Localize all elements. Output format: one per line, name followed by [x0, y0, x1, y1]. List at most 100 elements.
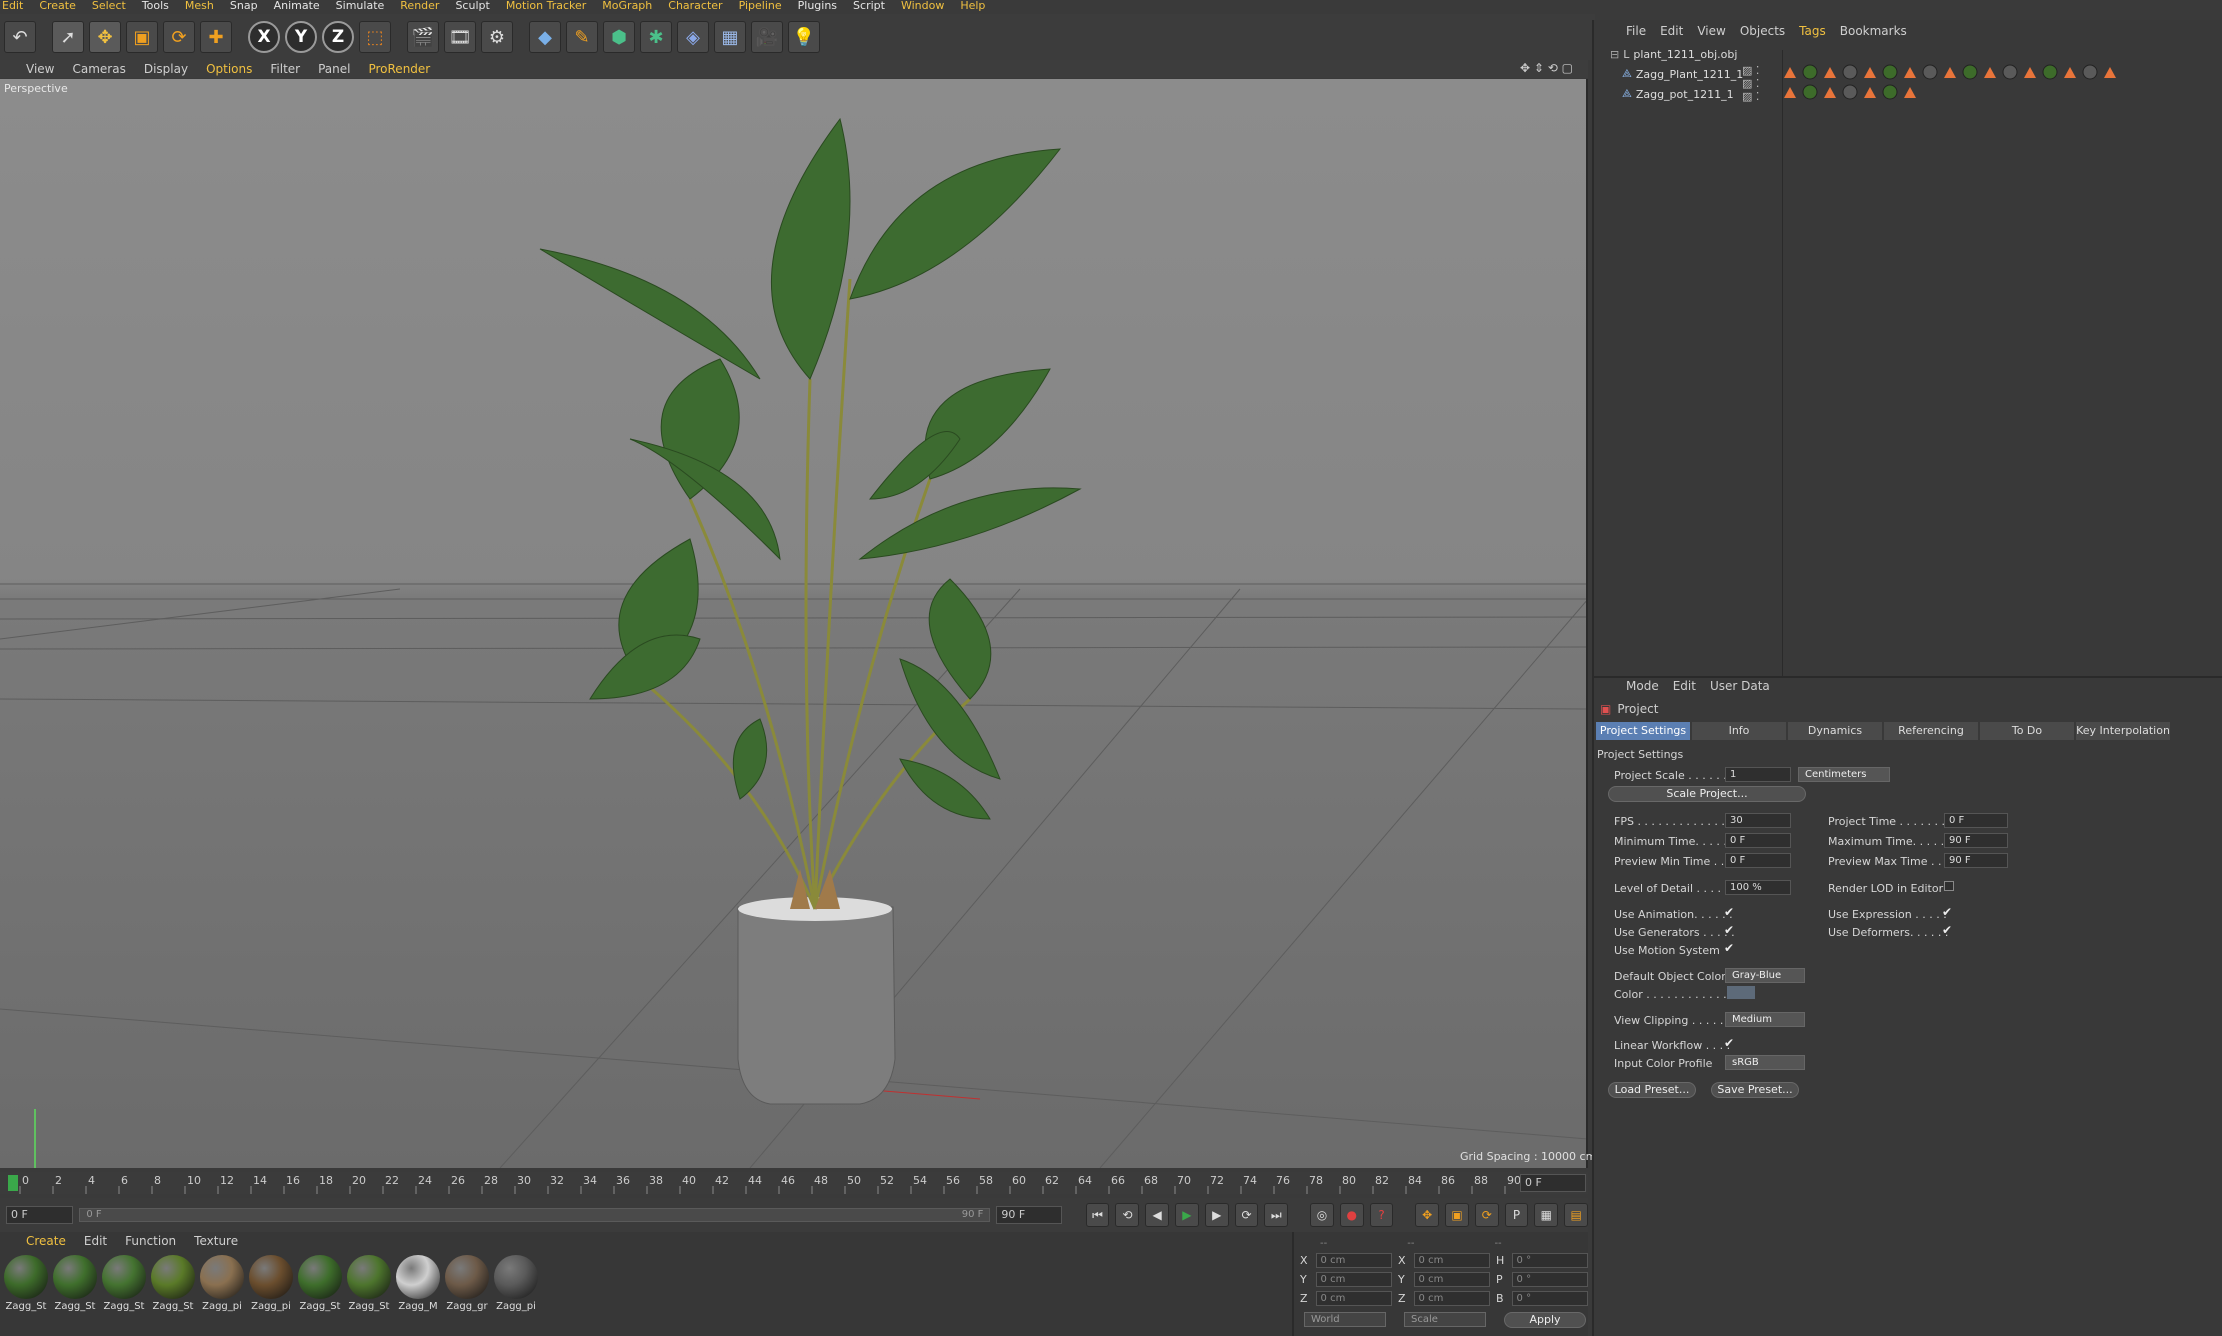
material-menu-function[interactable]: Function: [125, 1234, 176, 1248]
material-swatch[interactable]: Zagg_pi: [492, 1255, 540, 1312]
phong-tag-icon[interactable]: [1944, 67, 1956, 78]
project-scale-unit-dropdown[interactable]: Centimeters: [1798, 767, 1890, 782]
preview-max-input[interactable]: 90 F: [1944, 853, 2008, 868]
object-row-root[interactable]: ⊟ L plant_1211_obj.obj: [1610, 45, 1737, 63]
obj-menu-edit[interactable]: Edit: [1660, 24, 1683, 38]
coord-value-field[interactable]: 0 cm: [1413, 1272, 1490, 1287]
move-tool-icon[interactable]: ✥: [89, 21, 121, 53]
obj-menu-tags[interactable]: Tags: [1799, 24, 1826, 38]
render-settings-icon[interactable]: ⚙: [481, 21, 513, 53]
use-motion-checkbox[interactable]: ✔: [1724, 941, 1734, 955]
next-frame-icon[interactable]: ▶: [1204, 1203, 1229, 1227]
lod-input[interactable]: 100 %: [1725, 880, 1791, 895]
playhead[interactable]: [8, 1175, 18, 1191]
goto-end-icon[interactable]: ⏭: [1264, 1203, 1289, 1227]
floor-icon[interactable]: ▦: [714, 21, 746, 53]
project-time-input[interactable]: 0 F: [1944, 813, 2008, 828]
object-row-plant[interactable]: ⟁ Zagg_Plant_1211_1: [1622, 65, 1743, 83]
coord-value-field[interactable]: 0 cm: [1315, 1291, 1392, 1306]
cube-primitive-icon[interactable]: ◆: [529, 21, 561, 53]
light-icon[interactable]: 💡: [788, 21, 820, 53]
menu-render[interactable]: Render: [400, 0, 439, 12]
key-position-icon[interactable]: ✥: [1415, 1203, 1440, 1227]
menu-motion-tracker[interactable]: Motion Tracker: [506, 0, 586, 12]
load-preset-button[interactable]: Load Preset...: [1608, 1082, 1696, 1098]
menu-snap[interactable]: Snap: [230, 0, 258, 12]
max-time-input[interactable]: 90 F: [1944, 833, 2008, 848]
min-time-input[interactable]: 0 F: [1725, 833, 1791, 848]
phong-tag-icon[interactable]: [1904, 87, 1916, 98]
coordinate-system-icon[interactable]: ⬚: [359, 21, 391, 53]
material-tag-icon[interactable]: [1802, 84, 1818, 100]
rotate-tool-icon[interactable]: ⟳: [163, 21, 195, 53]
save-preset-button[interactable]: Save Preset...: [1711, 1082, 1799, 1098]
viewport-menu-panel[interactable]: Panel: [318, 60, 350, 78]
tab-dynamics[interactable]: Dynamics: [1788, 722, 1882, 740]
view-clipping-dropdown[interactable]: Medium: [1725, 1012, 1805, 1027]
end-frame-field[interactable]: 90 F: [996, 1206, 1062, 1224]
coord-value-field[interactable]: 0 °: [1511, 1291, 1588, 1306]
key-pla-icon[interactable]: ▦: [1534, 1203, 1559, 1227]
attr-menu-mode[interactable]: Mode: [1626, 679, 1659, 693]
phong-tag-icon[interactable]: [1984, 67, 1996, 78]
menu-create[interactable]: Create: [39, 0, 76, 12]
object-name[interactable]: Zagg_Plant_1211_1: [1636, 68, 1743, 81]
render-view-icon[interactable]: 🎬: [407, 21, 439, 53]
material-tag-icon[interactable]: [1802, 64, 1818, 80]
viewport-nav-icons[interactable]: ✥ ⇕ ⟲ ▢: [1520, 61, 1573, 75]
keyframe-selection-icon[interactable]: ?: [1369, 1203, 1394, 1227]
attr-menu-edit[interactable]: Edit: [1673, 679, 1696, 693]
material-swatch[interactable]: Zagg_St: [296, 1255, 344, 1312]
phong-tag-icon[interactable]: [1824, 87, 1836, 98]
menu-plugins[interactable]: Plugins: [798, 0, 837, 12]
use-animation-checkbox[interactable]: ✔: [1724, 905, 1734, 919]
select-tool-icon[interactable]: ➚: [52, 21, 84, 53]
material-swatch[interactable]: Zagg_pi: [198, 1255, 246, 1312]
coord-value-field[interactable]: 0 cm: [1315, 1272, 1392, 1287]
coord-value-field[interactable]: 0 cm: [1315, 1253, 1392, 1268]
autokey-icon[interactable]: ●: [1339, 1203, 1364, 1227]
camera-icon[interactable]: 🎥: [751, 21, 783, 53]
phong-tag-icon[interactable]: [1824, 67, 1836, 78]
tab-referencing[interactable]: Referencing: [1884, 722, 1978, 740]
deformer-icon[interactable]: ◈: [677, 21, 709, 53]
tab-todo[interactable]: To Do: [1980, 722, 2074, 740]
render-picture-viewer-icon[interactable]: 🎞: [444, 21, 476, 53]
obj-menu-file[interactable]: File: [1626, 24, 1646, 38]
phong-tag-icon[interactable]: [1784, 67, 1796, 78]
linear-workflow-checkbox[interactable]: ✔: [1724, 1036, 1734, 1050]
material-menu-edit[interactable]: Edit: [84, 1234, 107, 1248]
material-swatch[interactable]: Zagg_St: [2, 1255, 50, 1312]
phong-tag-icon[interactable]: [1864, 87, 1876, 98]
phong-tag-icon[interactable]: [2024, 67, 2036, 78]
key-rotation-icon[interactable]: ⟳: [1474, 1203, 1499, 1227]
material-tags[interactable]: [1782, 64, 2142, 102]
menu-animate[interactable]: Animate: [274, 0, 320, 12]
obj-menu-view[interactable]: View: [1697, 24, 1725, 38]
phong-tag-icon[interactable]: [2104, 67, 2116, 78]
menu-script[interactable]: Script: [853, 0, 885, 12]
input-color-dropdown[interactable]: sRGB: [1725, 1055, 1805, 1070]
menu-mesh[interactable]: Mesh: [185, 0, 214, 12]
coord-value-field[interactable]: 0 cm: [1413, 1291, 1490, 1306]
preview-min-input[interactable]: 0 F: [1725, 853, 1791, 868]
viewport-menu-options[interactable]: Options: [206, 60, 252, 78]
key-parameter-icon[interactable]: P: [1504, 1203, 1529, 1227]
material-swatch[interactable]: Zagg_St: [345, 1255, 393, 1312]
coord-mode-dropdown[interactable]: World: [1304, 1312, 1386, 1327]
prev-key-icon[interactable]: ⟲: [1115, 1203, 1140, 1227]
tab-key-interpolation[interactable]: Key Interpolation: [2076, 722, 2170, 740]
project-scale-input[interactable]: 1: [1725, 767, 1791, 782]
use-expression-checkbox[interactable]: ✔: [1942, 905, 1952, 919]
object-row-pot[interactable]: ⟁ Zagg_pot_1211_1: [1622, 85, 1734, 103]
menu-select[interactable]: Select: [92, 0, 126, 12]
key-scale-icon[interactable]: ▣: [1445, 1203, 1469, 1227]
material-swatch[interactable]: Zagg_St: [51, 1255, 99, 1312]
record-icon[interactable]: ◎: [1310, 1203, 1334, 1227]
visibility-toggles[interactable]: ▨ ⁚ ▨ ⁚ ▨ ⁚: [1742, 64, 1759, 103]
tab-project-settings[interactable]: Project Settings: [1596, 722, 1690, 740]
x-axis-lock-icon[interactable]: X: [248, 21, 280, 53]
material-tag-icon[interactable]: [2002, 64, 2018, 80]
viewport-menu-view[interactable]: View: [26, 60, 54, 78]
cloner-icon[interactable]: ✱: [640, 21, 672, 53]
